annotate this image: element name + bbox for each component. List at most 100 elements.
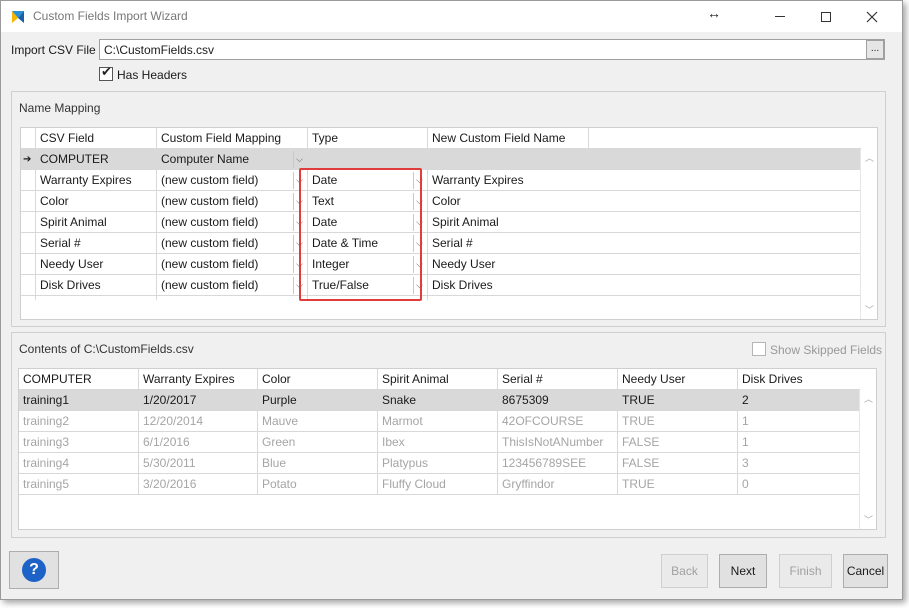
table-cell: Green [262,435,296,449]
table-cell: 2 [742,393,749,407]
column-header-disk-drives[interactable]: Disk Drives [738,369,858,390]
scroll-up-icon[interactable]: ︿ [861,151,878,165]
table-cell: training5 [23,477,70,491]
column-header-csv-field[interactable]: CSV Field [36,128,156,149]
column-header-needy-user[interactable]: Needy User [618,369,738,390]
table-cell: 1/20/2017 [143,393,197,407]
mapping-row[interactable]: ➔ COMPUTER Computer Name ⌵ [21,149,861,170]
column-header-type[interactable]: Type [308,128,428,149]
scroll-down-icon[interactable]: ﹀ [861,303,878,317]
csv-field-cell: COMPUTER [40,152,109,166]
mapping-row[interactable]: Disk Drives (new custom field) ⌵ True/Fa… [21,275,861,296]
column-header-color[interactable]: Color [258,369,378,390]
table-cell: Snake [382,393,417,407]
custom-field-mapping-select[interactable]: Computer Name [157,149,307,170]
table-cell: 1 [742,414,749,428]
table-cell: FALSE [622,435,660,449]
csv-file-label: Import CSV File [11,43,96,57]
table-cell: 6/1/2016 [143,435,190,449]
custom-field-mapping-select[interactable]: (new custom field) [157,191,307,212]
maximize-icon [821,11,831,22]
csv-field-cell: Warranty Expires [40,173,132,187]
type-column-highlight [299,168,422,301]
mapping-row[interactable]: Serial # (new custom field) ⌵ Date & Tim… [21,233,861,254]
checkmark-icon: ✔ [101,64,112,79]
table-cell: 0 [742,477,749,491]
contents-title: Contents of C:\CustomFields.csv [19,342,194,356]
column-header-warranty-expires[interactable]: Warranty Expires [139,369,258,390]
new-field-name-cell[interactable]: Color [428,191,588,212]
csv-field-cell: Serial # [40,236,81,250]
table-cell: training4 [23,456,70,470]
custom-field-mapping-select[interactable]: (new custom field) [157,212,307,233]
mapping-row[interactable]: Color (new custom field) ⌵ Text ⌵ Color [21,191,861,212]
next-button[interactable]: Next [719,554,767,588]
mapping-scrollbar[interactable]: ︿ ﹀ [860,149,877,319]
table-cell: 12/20/2014 [143,414,204,428]
column-header-spirit-animal[interactable]: Spirit Animal [378,369,498,390]
new-field-name-cell[interactable]: Serial # [428,233,588,254]
chevron-down-icon[interactable]: ⌵ [293,151,305,168]
resize-horizontal-icon: ↔ [707,5,721,21]
new-field-name-cell[interactable]: Warranty Expires [428,170,588,191]
new-field-name-cell[interactable]: Spirit Animal [428,212,588,233]
column-header-custom-field-mapping[interactable]: Custom Field Mapping [157,128,307,149]
new-field-name-cell[interactable]: Needy User [428,254,588,275]
table-cell: 42OFCOURSE [502,414,584,428]
cancel-button[interactable]: Cancel [843,554,888,588]
show-skipped-fields-label: Show Skipped Fields [770,343,883,357]
app-logo-icon [12,11,24,23]
table-cell: Platypus [382,456,429,470]
table-row[interactable]: training2 12/20/2014 Mauve Marmot 42OFCO… [19,411,860,432]
table-cell: FALSE [622,456,660,470]
new-field-name-cell[interactable]: Disk Drives [428,275,588,296]
mapping-row[interactable]: Warranty Expires (new custom field) ⌵ Da… [21,170,861,191]
mapping-row[interactable]: Needy User (new custom field) ⌵ Integer … [21,254,861,275]
browse-button[interactable]: ... [866,40,884,59]
table-row[interactable]: training5 3/20/2016 Potato Fluffy Cloud … [19,474,860,495]
table-row[interactable]: training1 1/20/2017 Purple Snake 8675309… [19,390,860,411]
column-header-computer[interactable]: COMPUTER [19,369,139,390]
title-bar: Custom Fields Import Wizard ↔ [1,1,902,32]
table-cell: 3/20/2016 [143,477,197,491]
scroll-up-icon[interactable]: ︿ [860,392,877,406]
table-cell: Ibex [382,435,405,449]
maximize-button[interactable] [803,1,849,32]
contents-grid: COMPUTER Warranty Expires Color Spirit A… [18,368,877,530]
minimize-button[interactable] [757,1,803,32]
table-cell: ThisIsNotANumber [502,435,604,449]
table-cell: Fluffy Cloud [382,477,446,491]
csv-field-cell: Spirit Animal [40,215,107,229]
table-cell: TRUE [622,393,655,407]
custom-field-mapping-select[interactable]: (new custom field) [157,170,307,191]
mapping-header-row: CSV Field Custom Field Mapping Type New … [21,128,861,149]
table-cell: 5/30/2011 [143,456,196,470]
column-header-serial[interactable]: Serial # [498,369,618,390]
close-button[interactable] [849,1,895,32]
table-cell: training3 [23,435,70,449]
table-cell: Potato [262,477,297,491]
scroll-down-icon[interactable]: ﹀ [860,513,877,527]
contents-scrollbar[interactable]: ︿ ﹀ [859,390,876,529]
back-button[interactable]: Back [661,554,708,588]
table-row[interactable]: training3 6/1/2016 Green Ibex ThisIsNotA… [19,432,860,453]
custom-field-mapping-select[interactable]: (new custom field) [157,254,307,275]
grid-line [588,128,589,149]
column-header-new-custom-field-name[interactable]: New Custom Field Name [428,128,588,149]
contents-header-row: COMPUTER Warranty Expires Color Spirit A… [19,369,860,390]
mapping-row[interactable]: Spirit Animal (new custom field) ⌵ Date … [21,212,861,233]
help-icon: ? [22,558,46,582]
wizard-window: Custom Fields Import Wizard ↔ Import CSV… [0,0,903,600]
table-cell: training2 [23,414,70,428]
finish-button[interactable]: Finish [779,554,832,588]
csv-file-input[interactable]: C:\CustomFields.csv [99,39,885,60]
table-row[interactable]: training4 5/30/2011 Blue Platypus 123456… [19,453,860,474]
custom-field-mapping-select[interactable]: (new custom field) [157,275,307,296]
custom-field-mapping-select[interactable]: (new custom field) [157,233,307,254]
row-pointer-icon: ➔ [23,154,32,165]
close-icon [866,11,878,22]
help-button[interactable]: ? [9,551,59,589]
show-skipped-fields-checkbox[interactable] [752,342,766,356]
table-cell: TRUE [622,414,655,428]
table-cell: 3 [742,456,749,470]
